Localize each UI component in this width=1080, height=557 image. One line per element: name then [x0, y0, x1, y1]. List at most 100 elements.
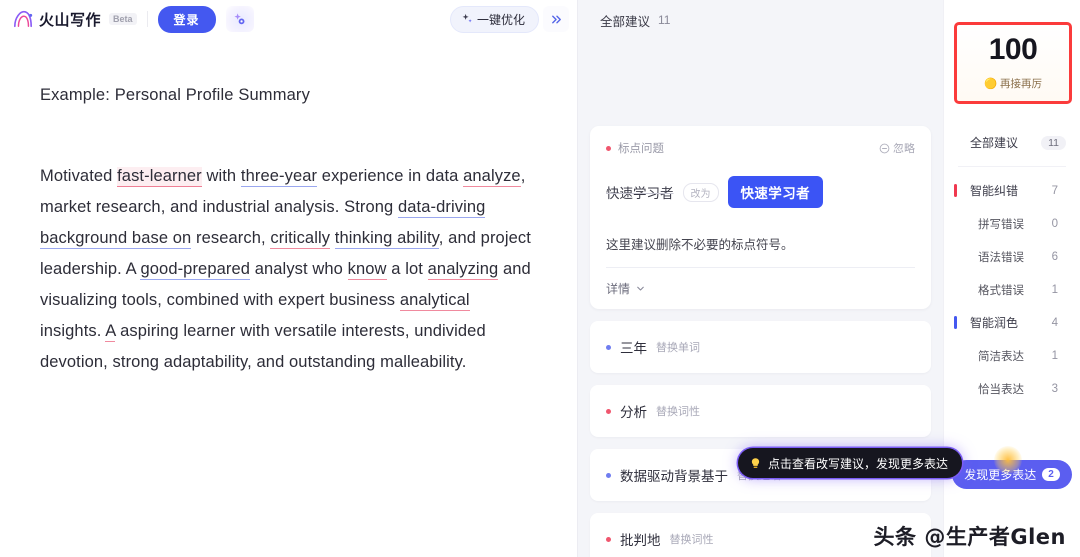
severity-dot-icon — [606, 536, 611, 542]
card-tag-row: 标点问题 — [606, 140, 664, 156]
sidebar-item-concise-expression[interactable]: 简洁表达 1 — [944, 339, 1080, 372]
lightbulb-icon — [751, 457, 760, 468]
apply-replacement-button[interactable]: 快速学习者 — [727, 176, 823, 208]
detail-label: 详情 — [606, 282, 631, 296]
sidebar-divider — [958, 166, 1066, 167]
score-emoji-icon: 🟡 — [983, 78, 998, 90]
sidebar-item-smart-polish[interactable]: 智能润色 4 — [944, 306, 1080, 339]
sidebar-item-count: 7 — [1051, 184, 1058, 197]
card-detail-toggle[interactable]: 详情 — [606, 280, 915, 297]
sidebar-item-appropriate-expression[interactable]: 恰当表达 3 — [944, 372, 1080, 405]
magic-wand-glyph — [234, 12, 245, 24]
sidebar-item-label: 恰当表达 — [978, 383, 1024, 396]
sidebar-item-count: 11 — [1041, 135, 1066, 150]
sidebar-item-all-suggestions[interactable]: 全部建议 11 — [944, 126, 1080, 159]
magic-wand-icon[interactable] — [225, 6, 254, 32]
login-button[interactable]: 登录 — [157, 5, 216, 33]
sidebar-item-format-errors[interactable]: 格式错误 1 — [944, 273, 1080, 306]
text-error-fast-learner[interactable]: fast-learner — [117, 167, 202, 187]
sidebar-item-label: 智能润色 — [970, 316, 1019, 330]
sparkle-icon — [462, 13, 472, 23]
collapse-panel-button[interactable] — [543, 6, 569, 32]
ignore-button[interactable]: 忽略 — [879, 140, 915, 156]
suggestion-word: 批判地 — [620, 533, 661, 548]
suggestions-header-label: 全部建议 — [600, 14, 651, 29]
editor-header: 火山写作 Beta 登录 一键优化 — [0, 0, 577, 38]
document-editor[interactable]: Example: Personal Profile Summary Motiva… — [0, 38, 577, 557]
suggestions-header: 全部建议 11 — [578, 0, 943, 30]
sidebar-item-grammar-errors[interactable]: 语法错误 6 — [944, 240, 1080, 273]
sidebar-item-label: 简洁表达 — [978, 350, 1024, 363]
text-error-analyzing[interactable]: analyzing — [427, 260, 499, 280]
text-error-know[interactable]: know — [347, 260, 387, 280]
text-suggestion-thinking-ability[interactable]: thinking ability — [334, 229, 439, 249]
text-plain: experience in data — [317, 167, 464, 185]
text-plain: a lot — [386, 260, 428, 278]
sidebar-item-count: 0 — [1051, 217, 1058, 230]
beta-badge: Beta — [109, 13, 137, 25]
card-description: 这里建议删除不必要的标点符号。 — [606, 234, 915, 268]
suggestion-card-punctuation[interactable]: 标点问题 忽略 快速学习者 改为 快速学习者 这里建议删除不必要的标点符号。 详… — [590, 126, 931, 309]
suggestion-word: 分析 — [620, 405, 647, 420]
severity-dot-icon — [606, 472, 611, 478]
sidebar-item-smart-correction[interactable]: 智能纠错 7 — [944, 174, 1080, 207]
sidebar-item-label: 全部建议 — [970, 136, 1019, 150]
document-body[interactable]: Motivated fast-learner with three-year e… — [40, 161, 533, 378]
sidebar-nav: 全部建议 11 智能纠错 7 拼写错误 0 语法错误 6 格式错误 1 智能润色… — [944, 126, 1080, 405]
app-root: 火山写作 Beta 登录 一键优化 Example: Personal Prof… — [0, 0, 1080, 557]
text-error-analytical[interactable]: analytical — [399, 291, 470, 311]
ignore-label: 忽略 — [893, 143, 915, 155]
discover-count-badge: 2 — [1042, 468, 1060, 481]
chevron-down-icon — [637, 286, 644, 291]
suggestion-row[interactable]: 三年 替换单词 — [590, 321, 931, 373]
text-plain: insights. — [40, 322, 106, 340]
sidebar-item-count: 1 — [1051, 349, 1058, 362]
document-title: Example: Personal Profile Summary — [40, 86, 310, 104]
score-card: 100 🟡 再接再厉 — [954, 22, 1072, 104]
text-plain: analyst who — [250, 260, 348, 278]
severity-dot-icon — [606, 145, 611, 151]
text-error-a[interactable]: A — [105, 322, 116, 342]
header-actions: 一键优化 — [449, 0, 569, 38]
original-word: 快速学习者 — [606, 186, 674, 201]
category-marker-red-icon — [954, 184, 957, 197]
mouse-cursor — [994, 446, 1022, 474]
text-suggestion-good-prepared[interactable]: good-prepared — [140, 260, 251, 280]
suggestion-row[interactable]: 分析 替换词性 — [590, 385, 931, 437]
card-tag-label: 标点问题 — [618, 143, 664, 155]
severity-dot-icon — [606, 408, 611, 414]
suggestions-list: 标点问题 忽略 快速学习者 改为 快速学习者 这里建议删除不必要的标点符号。 详… — [578, 126, 943, 557]
text-error-critically[interactable]: critically — [270, 229, 331, 249]
sidebar-item-label: 格式错误 — [978, 284, 1024, 297]
card-top-row: 标点问题 忽略 — [606, 140, 915, 156]
sidebar-item-count: 4 — [1051, 316, 1058, 329]
suggestion-word: 三年 — [620, 341, 647, 356]
score-value: 100 — [984, 33, 1041, 70]
text-plain: with — [201, 167, 241, 185]
severity-dot-icon — [606, 344, 611, 350]
double-chevron-right-icon — [551, 15, 561, 23]
text-plain: Motivated — [40, 167, 118, 185]
circle-minus-icon — [879, 143, 890, 153]
suggestion-word: 数据驱动背景基于 — [620, 469, 728, 484]
text-error-analyze[interactable]: analyze — [463, 167, 521, 187]
sidebar-item-spelling-errors[interactable]: 拼写错误 0 — [944, 207, 1080, 240]
change-to-chip: 改为 — [682, 182, 719, 202]
tooltip-text: 点击查看改写建议，发现更多表达 — [768, 456, 949, 471]
header-divider — [146, 11, 148, 27]
sidebar-item-label: 拼写错误 — [978, 218, 1024, 231]
cursor-glow-icon — [994, 446, 1022, 474]
suggestion-action: 替换单词 — [656, 342, 700, 354]
score-subtitle-text: 再接再厉 — [1000, 78, 1043, 90]
suggestion-action: 替换词性 — [656, 406, 700, 418]
one-click-optimize-button[interactable]: 一键优化 — [449, 5, 539, 33]
sidebar-item-count: 6 — [1051, 250, 1058, 263]
optimize-label: 一键优化 — [476, 12, 525, 27]
volcano-logo-icon — [13, 10, 33, 28]
text-suggestion-three-year[interactable]: three-year — [240, 167, 318, 187]
rewrite-hint-tooltip: 点击查看改写建议，发现更多表达 — [738, 448, 963, 478]
watermark: 头条 @生产者Glen — [873, 525, 1066, 549]
text-plain: research, — [191, 229, 271, 247]
score-subtitle: 🟡 再接再厉 — [984, 76, 1042, 91]
editor-pane: 火山写作 Beta 登录 一键优化 Example: Personal Prof… — [0, 0, 578, 557]
